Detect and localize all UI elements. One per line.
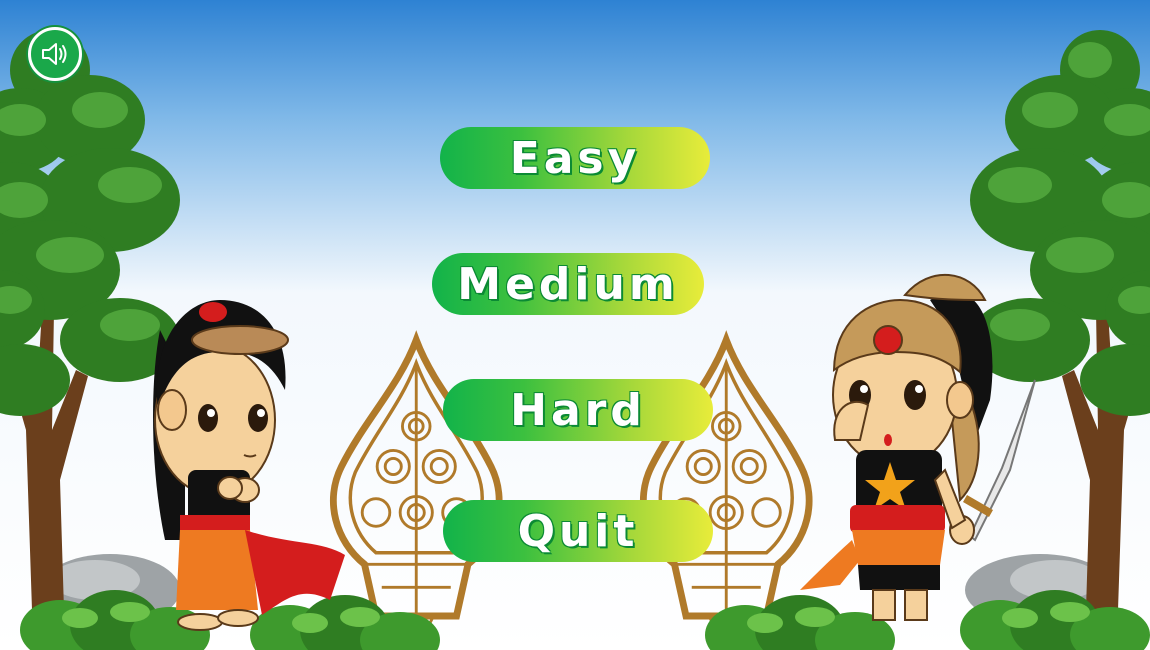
speaker-volume-icon	[42, 43, 67, 65]
sound-toggle-button[interactable]	[28, 27, 82, 81]
medium-button[interactable]: Medium	[432, 253, 704, 315]
hard-button-label: Hard	[510, 384, 646, 436]
hard-button[interactable]: Hard	[443, 379, 713, 441]
easy-button-label: Easy	[509, 132, 641, 184]
medium-button-label: Medium	[457, 258, 679, 310]
easy-button[interactable]: Easy	[440, 127, 710, 189]
quit-button[interactable]: Quit	[443, 500, 713, 562]
quit-button-label: Quit	[517, 505, 639, 557]
